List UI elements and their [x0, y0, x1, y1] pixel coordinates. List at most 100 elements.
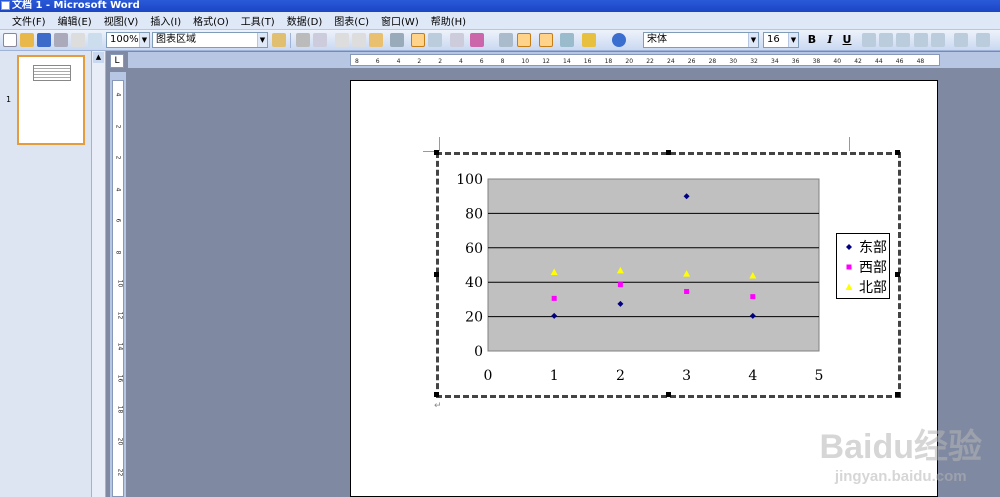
resize-handle[interactable] — [666, 392, 671, 397]
chevron-down-icon[interactable]: ▼ — [748, 33, 758, 47]
decrease-decimal-icon[interactable] — [976, 33, 990, 47]
legend-icon[interactable] — [539, 33, 553, 47]
align-right-icon[interactable] — [896, 33, 910, 47]
cut-icon[interactable] — [335, 33, 349, 47]
ruler-tick-label: 16 — [116, 374, 124, 382]
paste-icon[interactable] — [369, 33, 383, 47]
ruler-tick-label: 6 — [479, 58, 484, 65]
ruler-tick-label: 4 — [114, 92, 122, 97]
menu-insert[interactable]: 插入(I) — [144, 13, 187, 28]
new-document-icon[interactable] — [3, 33, 17, 47]
menu-chart[interactable]: 图表(C) — [328, 13, 375, 28]
ruler-tick-label: 6 — [375, 58, 380, 65]
menu-tools[interactable]: 工具(T) — [235, 13, 281, 28]
ruler-tick-label: 12 — [542, 58, 550, 65]
help-icon[interactable] — [612, 33, 626, 47]
data-table-icon[interactable] — [450, 33, 464, 47]
import-file-icon[interactable] — [296, 33, 310, 47]
zoom-value: 100% — [110, 34, 139, 45]
underline-button[interactable]: U — [840, 33, 854, 47]
legend-label-north: 北部 — [859, 280, 887, 296]
ruler-page-area: 8 6 4 2 2 4 6 8 10 12 14 16 18 20 22 24 26 28 30 32 34 36 38 40… — [350, 54, 940, 66]
menu-format[interactable]: 格式(O) — [187, 13, 235, 28]
resize-handle[interactable] — [434, 272, 439, 277]
percent-style-icon[interactable] — [931, 33, 945, 47]
print-preview-icon[interactable] — [88, 33, 102, 47]
increase-decimal-icon[interactable] — [954, 33, 968, 47]
margin-mark — [849, 137, 850, 151]
x-tick-label: 2 — [616, 368, 625, 384]
fill-color-icon[interactable] — [582, 33, 596, 47]
align-center-icon[interactable] — [879, 33, 893, 47]
italic-button[interactable]: I — [823, 33, 837, 47]
font-size-select[interactable]: 16 ▼ — [763, 32, 799, 48]
data-point-west — [551, 295, 557, 301]
align-left-icon[interactable] — [862, 33, 876, 47]
chart-objects-select[interactable]: 图表区域 ▼ — [152, 32, 268, 48]
x-tick-label: 3 — [682, 368, 691, 384]
diamond-marker-icon — [843, 241, 855, 253]
chart-plot[interactable]: 0 20 40 60 80 100 0 1 2 3 4 5 — [439, 155, 898, 395]
page-thumbnail[interactable] — [17, 55, 85, 145]
print-icon[interactable] — [71, 33, 85, 47]
chart-type-icon[interactable] — [470, 33, 484, 47]
chevron-down-icon[interactable]: ▼ — [257, 33, 267, 47]
menu-view[interactable]: 视图(V) — [98, 13, 145, 28]
menu-edit[interactable]: 编辑(E) — [52, 13, 98, 28]
font-name-select[interactable]: 宋体 ▼ — [643, 32, 759, 48]
open-folder-icon[interactable] — [20, 33, 34, 47]
format-chart-area-icon[interactable] — [272, 33, 286, 47]
resize-handle[interactable] — [434, 392, 439, 397]
paragraph-mark-icon: ↵ — [434, 401, 442, 411]
thumbnail-chart-preview — [33, 65, 71, 81]
resize-handle[interactable] — [895, 272, 900, 277]
resize-handle[interactable] — [434, 150, 439, 155]
scroll-up-icon[interactable]: ▲ — [93, 52, 104, 63]
ruler-tick-label: 6 — [114, 218, 122, 223]
resize-handle[interactable] — [895, 392, 900, 397]
ruler-tick-label: 30 — [729, 58, 738, 65]
chevron-down-icon[interactable]: ▼ — [788, 33, 798, 47]
legend-item-north: 北部 — [843, 278, 887, 296]
data-point-west — [750, 294, 756, 300]
watermark-brand: Baidu经验 — [819, 428, 982, 466]
ruler-tick-label: 12 — [116, 311, 124, 319]
save-icon[interactable] — [37, 33, 51, 47]
data-point-west — [617, 282, 623, 288]
ruler-tick-label: 28 — [708, 58, 717, 65]
by-column-icon[interactable] — [428, 33, 442, 47]
thumbnail-scrollbar[interactable]: ▲ — [92, 51, 106, 497]
value-axis-gridlines-icon[interactable] — [517, 33, 531, 47]
menu-window[interactable]: 窗口(W) — [375, 13, 425, 28]
menu-bar: 文件(F) 编辑(E) 视图(V) 插入(I) 格式(O) 工具(T) 数据(D… — [0, 12, 1000, 30]
permission-icon[interactable] — [54, 33, 68, 47]
ruler-tick-label: 48 — [916, 58, 925, 65]
ruler-page-area: 4 2 2 4 6 8 10 12 14 16 18 20 22 — [112, 80, 124, 497]
window-title: 文档 1 - Microsoft Word — [12, 0, 140, 11]
zoom-select[interactable]: 100% ▼ — [106, 32, 150, 48]
horizontal-ruler[interactable]: 8 6 4 2 2 4 6 8 10 12 14 16 18 20 22 24 26 28 30 32 34 36 38 40… — [128, 52, 1000, 68]
by-row-icon[interactable] — [411, 33, 425, 47]
undo-icon[interactable] — [390, 33, 404, 47]
menu-help[interactable]: 帮助(H) — [425, 13, 472, 28]
datasheet-icon[interactable] — [313, 33, 327, 47]
bold-button[interactable]: B — [805, 33, 819, 47]
word-app-icon[interactable] — [1, 1, 10, 10]
chart-object[interactable]: 0 20 40 60 80 100 0 1 2 3 4 5 东部 西部 北部 — [434, 150, 901, 398]
ruler-tick-label: 2 — [438, 58, 443, 65]
category-axis-gridlines-icon[interactable] — [499, 33, 513, 47]
ruler-tick-label: 24 — [667, 58, 675, 65]
x-tick-label: 5 — [815, 368, 824, 384]
menu-file[interactable]: 文件(F) — [6, 13, 52, 28]
menu-data[interactable]: 数据(D) — [281, 13, 329, 28]
ruler-tick-label: 14 — [116, 342, 124, 351]
vertical-ruler[interactable]: 4 2 2 4 6 8 10 12 14 16 18 20 22 — [110, 72, 126, 497]
tab-selector[interactable]: L — [110, 54, 124, 68]
copy-icon[interactable] — [352, 33, 366, 47]
chevron-down-icon[interactable]: ▼ — [139, 33, 149, 47]
drawing-icon[interactable] — [560, 33, 574, 47]
resize-handle[interactable] — [895, 150, 900, 155]
resize-handle[interactable] — [666, 150, 671, 155]
chart-legend[interactable]: 东部 西部 北部 — [836, 233, 890, 299]
currency-style-icon[interactable] — [914, 33, 928, 47]
